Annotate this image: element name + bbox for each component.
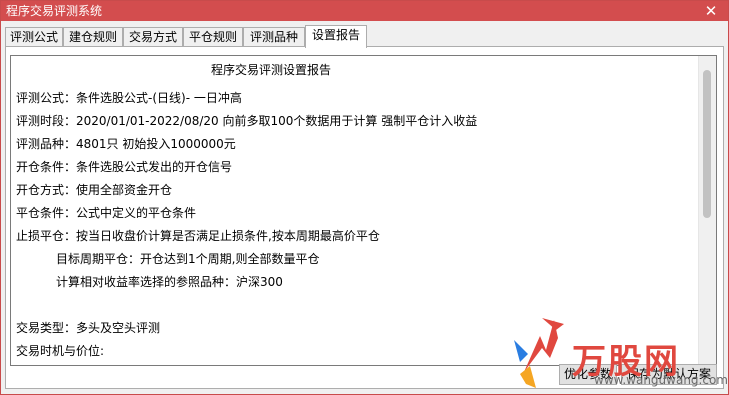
settings-report-panel: 程序交易评测设置报告 评测公式：条件选股公式-(日线)- 一日冲高 评测时段：2… bbox=[5, 46, 724, 389]
report-line-target-period: 目标周期平仓：开仓达到1个周期,则全部数量平仓 bbox=[56, 252, 320, 266]
report-text-area[interactable]: 程序交易评测设置报告 评测公式：条件选股公式-(日线)- 一日冲高 评测时段：2… bbox=[10, 55, 717, 366]
app-window: 程序交易评测系统 ✕ 评测公式 建仓规则 交易方式 平仓规则 评测品种 设置报告… bbox=[0, 0, 729, 395]
title-bar[interactable]: 程序交易评测系统 ✕ bbox=[1, 1, 728, 21]
report-line-formula: 评测公式：条件选股公式-(日线)- 一日冲高 bbox=[16, 91, 242, 105]
tab-close-position-rules[interactable]: 平仓规则 bbox=[183, 27, 243, 46]
tab-evaluation-formula[interactable]: 评测公式 bbox=[5, 27, 63, 46]
tab-strip: 评测公式 建仓规则 交易方式 平仓规则 评测品种 设置报告 bbox=[5, 25, 725, 48]
report-line-period: 评测时段：2020/01/01-2022/08/20 向前多取100个数据用于计… bbox=[16, 114, 478, 128]
report-title: 程序交易评测设置报告 bbox=[210, 63, 331, 77]
optimize-params-button[interactable]: 优化参数 bbox=[559, 364, 617, 385]
close-icon[interactable]: ✕ bbox=[700, 2, 722, 20]
report-line-benchmark: 计算相对收益率选择的参照品种：沪深300 bbox=[56, 275, 283, 289]
tab-evaluation-varieties[interactable]: 评测品种 bbox=[243, 27, 305, 46]
report-line-close-condition: 平仓条件：公式中定义的平仓条件 bbox=[16, 206, 197, 220]
report-line-open-condition: 开仓条件：条件选股公式发出的开仓信号 bbox=[16, 160, 233, 174]
tab-build-position-rules[interactable]: 建仓规则 bbox=[63, 27, 123, 46]
report-line-varieties: 评测品种：4801只 初始投入1000000元 bbox=[16, 137, 236, 151]
window-title: 程序交易评测系统 bbox=[6, 4, 103, 18]
report-line-trade-type: 交易类型：多头及空头评测 bbox=[16, 321, 161, 335]
save-default-button[interactable]: 保存为默认方案 bbox=[621, 364, 717, 385]
tab-trade-method[interactable]: 交易方式 bbox=[123, 27, 183, 46]
tab-settings-report[interactable]: 设置报告 bbox=[305, 25, 367, 48]
report-line-timing: 交易时机与价位: bbox=[16, 344, 105, 358]
report-line-open-method: 开仓方式：使用全部资金开仓 bbox=[16, 183, 173, 197]
scrollbar-thumb[interactable] bbox=[703, 70, 711, 218]
vertical-scrollbar[interactable] bbox=[698, 56, 716, 365]
report-line-stop-loss: 止损平仓：按当日收盘价计算是否满足止损条件,按本周期最高价平仓 bbox=[16, 229, 380, 243]
